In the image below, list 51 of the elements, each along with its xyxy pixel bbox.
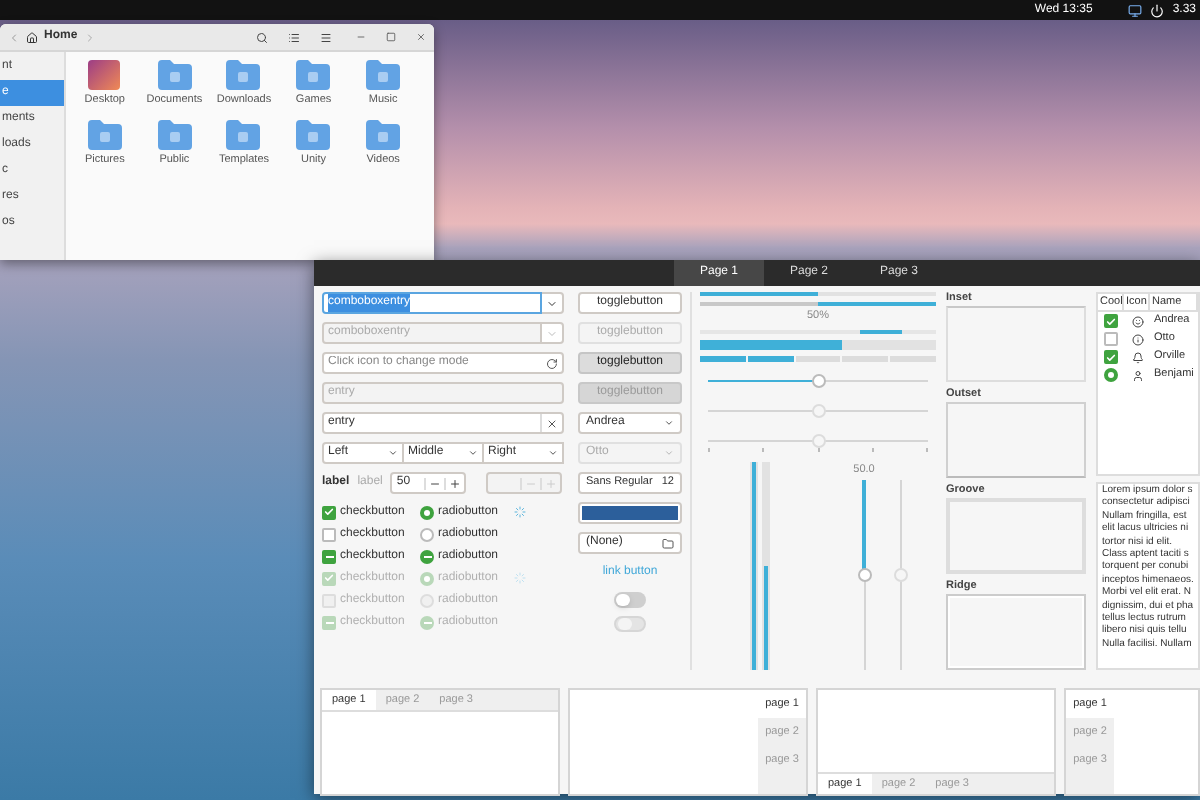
checkbox[interactable] [1104,332,1118,346]
checkbox[interactable] [322,527,336,541]
row-icon [1131,333,1143,345]
dropdown-button[interactable] [542,292,564,314]
folder-icon[interactable] [157,60,192,90]
radio-button[interactable] [1104,368,1118,382]
dropdown-button[interactable] [542,322,564,344]
row-icon [1131,351,1143,363]
folder-icon [662,537,674,549]
slider-handle[interactable] [857,568,871,583]
maximize-icon[interactable] [386,32,396,42]
folder-icon[interactable] [226,120,261,150]
caret-icon [468,448,478,458]
radio-button[interactable] [420,549,434,563]
slider-handle[interactable] [812,374,826,388]
caret-icon [546,327,558,339]
folder-icon[interactable] [366,60,401,90]
refresh-icon[interactable] [546,357,558,369]
row-icon [1131,369,1143,381]
search-icon[interactable] [256,31,268,43]
folder-icon[interactable] [87,120,122,150]
list-view-icon[interactable] [288,31,300,43]
desktop-folder-icon[interactable] [88,60,121,90]
checkbox[interactable] [322,505,336,519]
folder-icon[interactable] [157,120,192,150]
minimize-icon[interactable] [356,32,366,42]
caret-icon [548,448,558,458]
back-icon[interactable] [8,31,20,43]
folder-icon[interactable] [296,60,331,90]
checkbox[interactable] [322,549,336,563]
plus-icon[interactable] [444,477,465,489]
folder-icon[interactable] [366,120,401,150]
caret-icon [388,448,398,458]
radio-button[interactable] [420,505,434,519]
checkbox[interactable] [1104,350,1118,364]
power-icon[interactable] [1150,3,1165,17]
radio-button[interactable] [420,527,434,541]
caret-icon [664,448,674,458]
forward-icon[interactable] [83,31,96,43]
folder-icon[interactable] [226,60,261,90]
folder-icon[interactable] [296,120,331,150]
caret-icon [546,297,558,309]
minus-icon[interactable] [424,477,445,489]
clear-icon[interactable] [546,417,558,429]
menu-icon[interactable] [320,31,332,43]
checkbox[interactable] [1104,314,1118,328]
caret-icon [664,418,674,428]
display-icon[interactable] [1128,3,1143,17]
switch[interactable] [614,592,646,608]
row-icon [1131,315,1143,327]
home-icon[interactable] [26,31,38,43]
